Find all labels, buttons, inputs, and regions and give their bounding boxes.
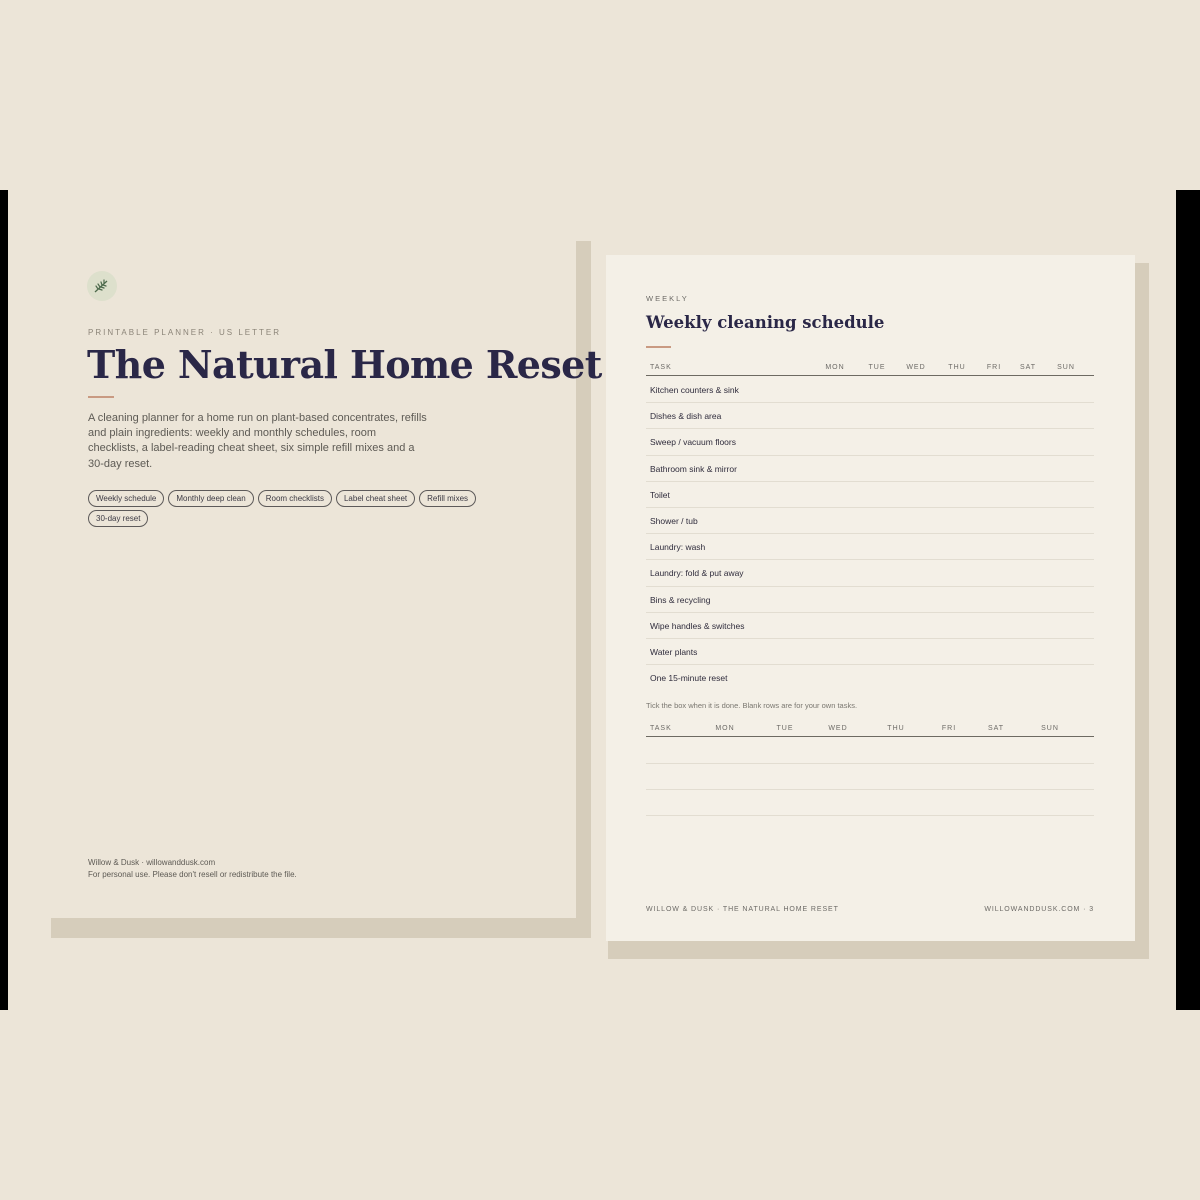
col-tue: TUE xyxy=(868,364,886,371)
schedule-table-header: TASK MON TUE WED THU FRI SAT SUN xyxy=(646,362,1094,376)
col-mon: MON xyxy=(825,364,845,371)
task-row: Water plants xyxy=(646,639,1094,666)
task-label: Laundry: fold & put away xyxy=(650,568,744,579)
col-task: TASK xyxy=(650,725,672,732)
task-row: Bins & recycling xyxy=(646,587,1094,613)
task-label: Wipe handles & switches xyxy=(650,620,745,631)
chip-room-checklists: Room checklists xyxy=(257,490,332,507)
col-sun: SUN xyxy=(1057,364,1075,371)
task-label: Water plants xyxy=(650,647,698,657)
task-row: Laundry: wash xyxy=(646,534,1094,561)
blank-task-row[interactable] xyxy=(646,790,1094,816)
schedule-footer-left: WILLOW & DUSK · THE NATURAL HOME RESET xyxy=(646,906,839,913)
chip-monthly-deep-clean: Monthly deep clean xyxy=(168,490,254,507)
task-row: Bathroom sink & mirror xyxy=(646,456,1094,482)
task-label: Bins & recycling xyxy=(650,594,711,605)
cover-kicker: PRINTABLE PLANNER · US LETTER xyxy=(88,328,281,337)
cover-description: A cleaning planner for a home run on pla… xyxy=(88,412,427,470)
col-sat: SAT xyxy=(1019,364,1037,371)
task-label: Dishes & dish area xyxy=(650,411,722,422)
task-label: Kitchen counters & sink xyxy=(650,385,739,395)
task-row: Wipe handles & switches xyxy=(646,613,1094,639)
col-thu: THU xyxy=(887,725,905,732)
right-edge-bar xyxy=(1176,190,1200,1010)
schedule-kicker: WEEKLY xyxy=(646,294,689,303)
col-sun: SUN xyxy=(1041,725,1059,732)
task-row: Sweep / vacuum floors xyxy=(646,429,1094,456)
col-thu: THU xyxy=(948,364,966,371)
task-label: Toilet xyxy=(650,489,670,500)
cover-footer: Willow & Dusk · willowanddusk.com For pe… xyxy=(88,857,297,881)
chip-weekly-schedule: Weekly schedule xyxy=(88,490,165,507)
task-row: Kitchen counters & sink xyxy=(646,377,1094,404)
cover-footer-brand: Willow & Dusk · willowanddusk.com xyxy=(88,858,216,867)
schedule-title: Weekly cleaning schedule xyxy=(646,313,885,332)
col-tue: TUE xyxy=(776,725,794,732)
cover-accent-rule xyxy=(88,396,114,398)
col-wed: WED xyxy=(906,364,926,371)
task-label: Bathroom sink & mirror xyxy=(650,463,737,474)
col-sat: SAT xyxy=(987,725,1005,732)
task-label: Sweep / vacuum floors xyxy=(650,437,736,448)
col-task: TASK xyxy=(650,364,672,371)
task-label: One 15-minute reset xyxy=(650,673,728,684)
cover-title: The Natural Home Reset xyxy=(87,342,602,387)
feature-chips: Weekly schedule Monthly deep clean Room … xyxy=(88,490,488,527)
col-fri: FRI xyxy=(986,364,1002,371)
sprig-icon xyxy=(87,271,117,301)
blank-table-header: TASK MON TUE WED THU FRI SAT SUN xyxy=(646,723,1094,737)
schedule-footer-right: WILLOWANDDUSK.COM · 3 xyxy=(984,906,1094,913)
task-label: Laundry: wash xyxy=(650,542,706,553)
schedule-note: Tick the box when it is done. Blank rows… xyxy=(646,701,858,710)
cover-page xyxy=(8,190,576,918)
col-fri: FRI xyxy=(941,725,957,732)
task-row: Laundry: fold & put away xyxy=(646,560,1094,587)
schedule-accent-rule xyxy=(646,346,671,348)
col-mon: MON xyxy=(715,725,735,732)
cover-footer-license: For personal use. Please don't resell or… xyxy=(88,870,297,879)
blank-task-row[interactable] xyxy=(646,737,1094,764)
chip-label-cheat-sheet: Label cheat sheet xyxy=(335,490,416,507)
chip-30-day-reset: 30-day reset xyxy=(88,510,149,527)
task-row: Dishes & dish area xyxy=(646,403,1094,430)
task-row: Shower / tub xyxy=(646,508,1094,535)
col-wed: WED xyxy=(828,725,848,732)
task-row: Toilet xyxy=(646,482,1094,508)
schedule-page: WEEKLY Weekly cleaning schedule TASK MON… xyxy=(606,255,1135,941)
left-edge-bar xyxy=(0,190,8,1010)
chip-refill-mixes: Refill mixes xyxy=(419,490,477,507)
task-row: One 15-minute reset xyxy=(646,665,1094,691)
blank-task-row[interactable] xyxy=(646,764,1094,790)
task-label: Shower / tub xyxy=(650,516,698,526)
